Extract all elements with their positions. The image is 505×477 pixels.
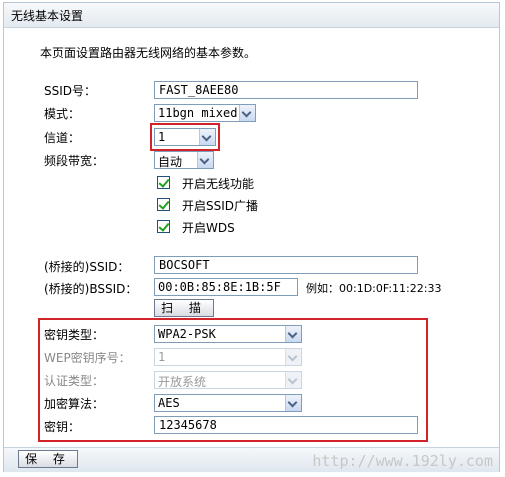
bridged-bssid-label: (桥接的)BSSID： xyxy=(44,282,138,296)
title-bar: 无线基本设置 xyxy=(4,3,499,28)
cipher-label: 加密算法： xyxy=(44,397,105,411)
save-button[interactable]: 保 存 xyxy=(18,450,78,468)
key-label: 密钥： xyxy=(44,420,81,434)
channel-select-value: 1 xyxy=(158,130,166,144)
key-type-label: 密钥类型： xyxy=(44,328,105,342)
auth-type-select-value: 开放系统 xyxy=(158,375,207,389)
mode-label: 模式： xyxy=(44,107,81,121)
enable-wds-label: 开启WDS xyxy=(182,221,235,235)
ssid-broadcast-label: 开启SSID广播 xyxy=(182,199,259,213)
page-title: 无线基本设置 xyxy=(11,9,84,23)
wep-index-select-value: 1 xyxy=(158,350,166,364)
watermark-text: http://www.192ly.com xyxy=(312,452,493,470)
scan-button[interactable]: 扫 描 xyxy=(154,299,214,317)
ssid-label: SSID号： xyxy=(44,84,97,98)
bandwidth-label: 频段带宽： xyxy=(44,154,105,168)
mode-select[interactable]: 11bgn mixed xyxy=(154,104,256,122)
auth-type-label: 认证类型： xyxy=(44,374,105,388)
chevron-down-icon xyxy=(285,372,301,388)
channel-label: 信道： xyxy=(44,131,81,145)
bridged-ssid-label: (桥接的)SSID： xyxy=(44,260,130,274)
chevron-down-icon[interactable] xyxy=(239,105,255,121)
chevron-down-icon[interactable] xyxy=(199,129,215,145)
key-type-select-value: WPA2-PSK xyxy=(158,327,216,341)
chevron-down-icon[interactable] xyxy=(285,395,301,411)
enable-wds-checkbox[interactable] xyxy=(157,220,170,233)
enable-wireless-label: 开启无线功能 xyxy=(182,177,255,191)
bridged-ssid-input[interactable]: BOCSOFT xyxy=(154,256,418,274)
ssid-broadcast-checkbox[interactable] xyxy=(157,198,170,211)
wep-index-label: WEP密钥序号： xyxy=(44,351,131,365)
bandwidth-select[interactable]: 自动 xyxy=(154,151,214,169)
chevron-down-icon[interactable] xyxy=(285,326,301,342)
chevron-down-icon xyxy=(285,349,301,365)
enable-wireless-checkbox[interactable] xyxy=(157,176,170,189)
bandwidth-select-value: 自动 xyxy=(158,155,183,169)
key-input[interactable]: 12345678 xyxy=(154,416,418,434)
bssid-example-text: 例如：00:1D:0F:11:22:33 xyxy=(306,282,442,295)
channel-select[interactable]: 1 xyxy=(154,128,216,146)
bridged-bssid-input[interactable]: 00:0B:85:8E:1B:5F xyxy=(154,278,298,296)
page-description: 本页面设置路由器无线网络的基本参数。 xyxy=(40,46,257,60)
mode-select-value: 11bgn mixed xyxy=(158,106,238,120)
cipher-select-value: AES xyxy=(158,396,180,410)
chevron-down-icon[interactable] xyxy=(197,152,213,168)
key-type-select[interactable]: WPA2-PSK xyxy=(154,325,302,343)
auth-type-select: 开放系统 xyxy=(154,371,302,389)
ssid-input[interactable]: FAST_8AEE80 xyxy=(154,81,418,99)
cipher-select[interactable]: AES xyxy=(154,394,302,412)
wep-index-select: 1 xyxy=(154,348,302,366)
